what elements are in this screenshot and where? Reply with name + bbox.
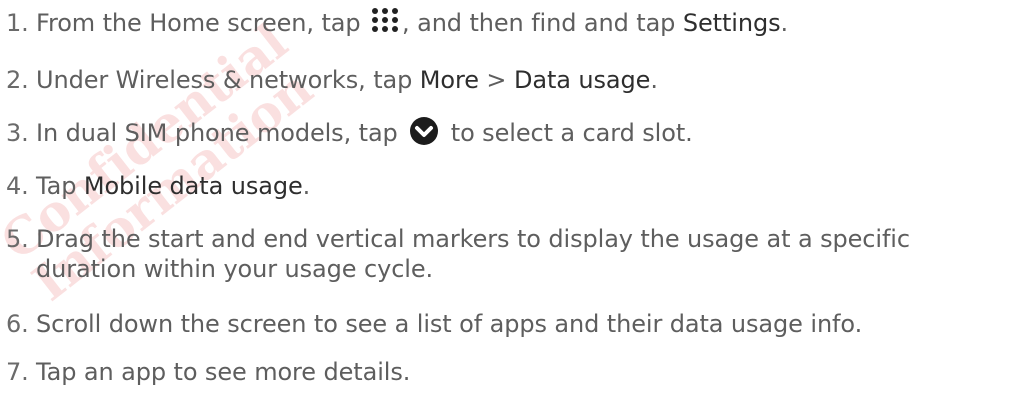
apps-grid-icon xyxy=(370,6,400,34)
settings-term: Settings xyxy=(682,9,781,37)
step-2: 2. Under Wireless & networks, tap More > … xyxy=(6,65,1006,95)
chevron-down-circle-icon xyxy=(408,115,440,147)
more-term: More xyxy=(419,66,479,94)
step-number: 5. xyxy=(6,225,29,253)
step-number: 3. xyxy=(6,119,29,147)
step-7: 7. Tap an app to see more details. xyxy=(6,357,1006,387)
step-2-text: Under Wireless & networks, tap xyxy=(36,66,420,94)
step-5-line-1: Drag the start and end vertical markers … xyxy=(36,225,910,253)
step-number: 1. xyxy=(6,9,29,37)
step-6-text: Scroll down the screen to see a list of … xyxy=(36,310,863,338)
step-1: 1. From the Home screen, tap , and then f… xyxy=(6,8,1006,38)
step-4-text: Tap xyxy=(36,172,84,200)
step-number: 2. xyxy=(6,66,29,94)
step-5-line-2: duration within your usage cycle. xyxy=(36,255,434,283)
step-2-end: . xyxy=(650,66,658,94)
step-3: 3. In dual SIM phone models, tap to selec… xyxy=(6,115,1006,150)
mobile-data-usage-term: Mobile data usage xyxy=(83,172,303,200)
step-4-end: . xyxy=(302,172,311,200)
step-1-text-cont: , and then find and tap xyxy=(402,9,683,37)
step-4: 4. Tap Mobile data usage. xyxy=(6,171,1006,201)
step-1-end: . xyxy=(780,9,789,37)
step-6: 6. Scroll down the screen to see a list o… xyxy=(6,309,1006,339)
data-usage-term: Data usage xyxy=(513,66,651,94)
step-3-text: In dual SIM phone models, tap xyxy=(36,119,406,147)
step-3-text-cont: to select a card slot. xyxy=(443,119,693,147)
step-2-separator: > xyxy=(478,66,514,94)
step-7-text: Tap an app to see more details. xyxy=(36,358,411,386)
step-number: 4. xyxy=(6,172,29,200)
step-5: 5. Drag the start and end vertical marker… xyxy=(6,224,1006,284)
step-number: 7. xyxy=(6,358,29,386)
step-number: 6. xyxy=(6,310,29,338)
step-1-text: From the Home screen, tap xyxy=(36,9,369,37)
